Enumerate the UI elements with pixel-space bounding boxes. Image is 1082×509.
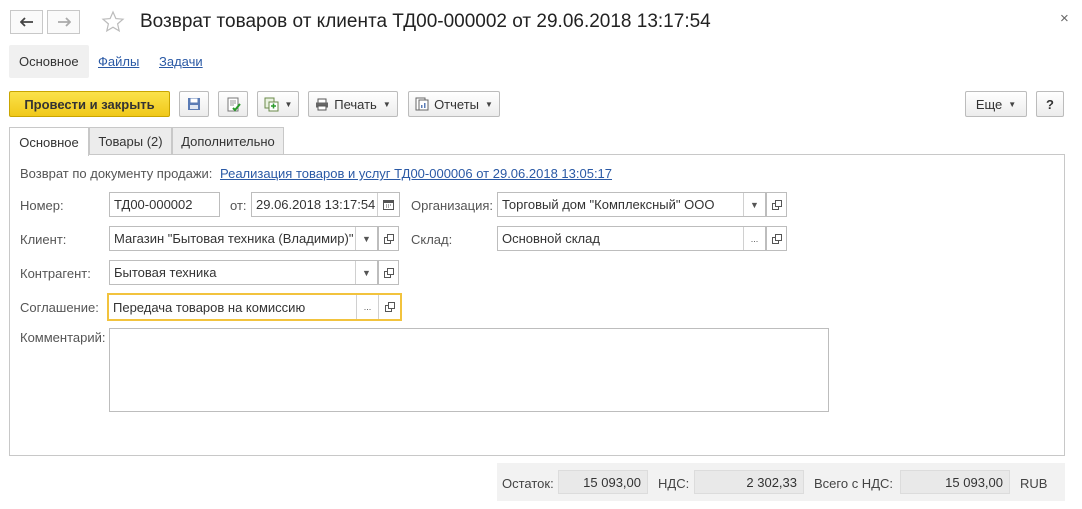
post-button[interactable] (218, 91, 248, 117)
client-value: Магазин "Бытовая техника (Владимир)" (114, 231, 354, 246)
floppy-disk-icon (188, 98, 200, 110)
organization-open-button[interactable] (766, 192, 787, 217)
back-button[interactable] (10, 10, 43, 34)
number-label: Номер: (20, 198, 64, 213)
reports-icon (415, 97, 429, 111)
favorite-button[interactable] (101, 10, 125, 37)
agreement-open-button[interactable] (378, 295, 400, 319)
reports-label: Отчеты (434, 96, 479, 112)
open-form-icon (383, 233, 394, 244)
create-based-on-icon (264, 97, 279, 111)
balance-value: 15 093,00 (558, 470, 648, 494)
number-value: ТД00-000002 (114, 197, 193, 212)
triangle-down-icon: ▼ (284, 99, 293, 109)
total-label: Всего с НДС: (814, 476, 894, 491)
triangle-down-icon: ▼ (382, 99, 391, 109)
counterparty-field[interactable]: Бытовая техника ▼ (109, 260, 378, 285)
tab-goods[interactable]: Товары (2) (89, 127, 172, 155)
warehouse-label: Склад: (411, 232, 453, 247)
back-arrow-icon (19, 17, 33, 27)
date-value: 29.06.2018 13:17:54 (256, 197, 376, 212)
more-label: Еще (975, 96, 1003, 112)
balance-label: Остаток: (502, 476, 554, 491)
post-document-icon (227, 97, 241, 111)
tab-main[interactable]: Основное (9, 127, 89, 156)
counterparty-label: Контрагент: (20, 266, 91, 281)
warehouse-value: Основной склад (502, 231, 600, 246)
organization-field[interactable]: Торговый дом "Комплексный" ООО ▼ (497, 192, 766, 217)
calendar-icon (383, 200, 394, 210)
printer-icon (316, 98, 329, 110)
reports-button[interactable]: Отчеты ▼ (408, 91, 500, 117)
agreement-label: Соглашение: (20, 300, 99, 315)
triangle-down-icon[interactable]: ▼ (743, 193, 765, 216)
forward-arrow-icon (57, 17, 71, 27)
warehouse-open-button[interactable] (766, 226, 787, 251)
calendar-button[interactable] (377, 193, 399, 216)
triangle-down-icon[interactable]: ▼ (355, 227, 377, 250)
client-label: Клиент: (20, 232, 67, 247)
save-button[interactable] (179, 91, 209, 117)
ellipsis-icon[interactable]: ... (743, 227, 765, 250)
print-button[interactable]: Печать ▼ (308, 91, 398, 117)
section-tasks[interactable]: Задачи (159, 45, 203, 78)
total-value: 15 093,00 (900, 470, 1010, 494)
open-form-icon (383, 267, 394, 278)
post-and-close-button[interactable]: Провести и закрыть (9, 91, 170, 117)
section-files[interactable]: Файлы (98, 45, 139, 78)
agreement-field[interactable]: Передача товаров на комиссию ... (107, 293, 402, 321)
open-form-icon (384, 302, 395, 312)
triangle-down-icon: ▼ (1008, 99, 1017, 109)
base-document-link[interactable]: Реализация товаров и услуг ТД00-000006 о… (220, 166, 612, 181)
star-icon (101, 10, 125, 33)
base-document-label: Возврат по документу продажи: (20, 166, 213, 181)
window-title: Возврат товаров от клиента ТД00-000002 о… (140, 11, 711, 32)
client-open-button[interactable] (378, 226, 399, 251)
agreement-value: Передача товаров на комиссию (113, 299, 306, 315)
organization-label: Организация: (411, 198, 494, 213)
open-form-icon (771, 199, 782, 210)
tab-additional[interactable]: Дополнительно (172, 127, 284, 155)
help-button[interactable]: ? (1036, 91, 1064, 117)
more-button[interactable]: Еще ▼ (965, 91, 1027, 117)
counterparty-open-button[interactable] (378, 260, 399, 285)
ellipsis-icon[interactable]: ... (356, 295, 378, 319)
section-main[interactable]: Основное (9, 45, 89, 78)
date-label: от: (230, 198, 247, 213)
comment-textarea[interactable] (109, 328, 829, 412)
number-field[interactable]: ТД00-000002 (109, 192, 220, 217)
organization-value: Торговый дом "Комплексный" ООО (502, 197, 715, 212)
close-icon[interactable]: × (1060, 10, 1069, 27)
forward-button[interactable] (47, 10, 80, 34)
currency-label: RUB (1020, 476, 1048, 491)
date-field[interactable]: 29.06.2018 13:17:54 (251, 192, 400, 217)
warehouse-field[interactable]: Основной склад ... (497, 226, 766, 251)
open-form-icon (771, 233, 782, 244)
comment-label: Комментарий: (20, 330, 106, 345)
client-field[interactable]: Магазин "Бытовая техника (Владимир)" ▼ (109, 226, 378, 251)
triangle-down-icon: ▼ (485, 99, 493, 109)
create-based-on-button[interactable]: ▼ (257, 91, 299, 117)
counterparty-value: Бытовая техника (114, 265, 217, 280)
triangle-down-icon[interactable]: ▼ (355, 261, 377, 284)
vat-value: 2 302,33 (694, 470, 804, 494)
print-label: Печать (334, 96, 377, 112)
vat-label: НДС: (658, 476, 690, 491)
